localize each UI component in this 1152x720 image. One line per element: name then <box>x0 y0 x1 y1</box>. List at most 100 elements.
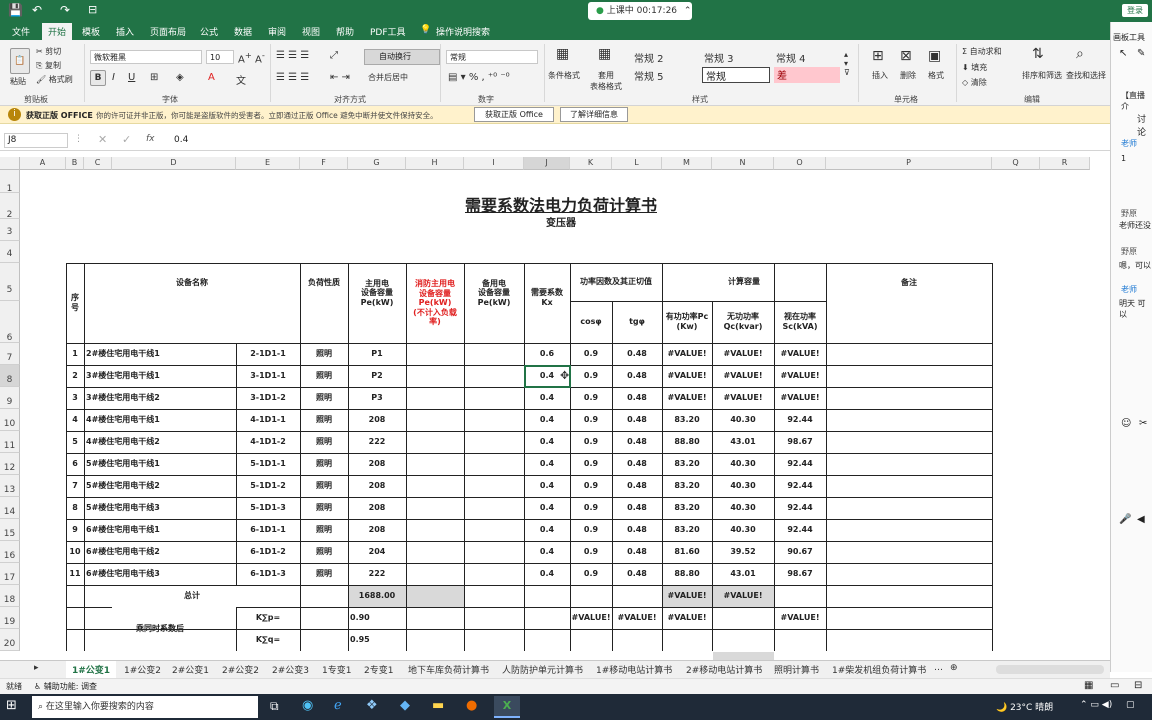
row-device-name[interactable]: 2#楼住宅用电干线1 <box>84 343 236 365</box>
row-qc[interactable]: 40.30 <box>712 475 774 497</box>
col-header[interactable]: R <box>1040 157 1090 170</box>
row-cos[interactable]: 0.9 <box>570 519 612 541</box>
row-cos[interactable]: 0.9 <box>570 453 612 475</box>
row-qc[interactable]: #VALUE! <box>712 343 774 365</box>
row-seq[interactable]: 6 <box>66 453 84 475</box>
tab-insert[interactable]: 插入 <box>116 25 134 38</box>
font-grow-icon[interactable]: A+ A- <box>238 50 265 65</box>
row-pc[interactable]: #VALUE! <box>662 387 712 409</box>
row-pc[interactable]: 83.20 <box>662 453 712 475</box>
row-qc[interactable]: 39.52 <box>712 541 774 563</box>
row-cos[interactable]: 0.9 <box>570 343 612 365</box>
row-pc[interactable]: #VALUE! <box>662 365 712 387</box>
bold-icon[interactable]: B <box>90 70 106 86</box>
cut-button[interactable]: ✂ 剪切 <box>36 46 61 57</box>
header-load[interactable]: 负荷性质 <box>300 263 348 303</box>
style-normal[interactable]: 常规 <box>702 67 770 83</box>
tray-icons[interactable]: ⌃ ▭ ◀) <box>1080 700 1112 710</box>
row-code[interactable]: 4-1D1-1 <box>236 409 300 431</box>
col-header[interactable]: E <box>236 157 300 170</box>
row-load-type[interactable]: 照明 <box>300 475 348 497</box>
header-pc[interactable]: 有功功率Pc (Kw) <box>662 301 712 343</box>
row-header[interactable]: 2 <box>0 193 20 220</box>
row-device-name[interactable]: 6#楼住宅用电干线2 <box>84 541 236 563</box>
page-layout-icon[interactable]: ▭ <box>1110 680 1119 691</box>
tray-icon-generic[interactable]: ▢ <box>1126 700 1135 710</box>
sheet-tab[interactable]: 2#公变1 <box>172 663 209 676</box>
row-seq[interactable]: 10 <box>66 541 84 563</box>
row-pe[interactable]: 208 <box>348 497 406 519</box>
indent-icon[interactable]: ⇤ ⇥ <box>330 72 350 83</box>
conditional-format-button[interactable]: 条件格式 <box>548 70 580 81</box>
formula-input[interactable]: 0.4 <box>174 135 188 145</box>
row-code[interactable]: 3-1D1-1 <box>236 365 300 387</box>
row-pe[interactable]: 208 <box>348 453 406 475</box>
sheet-tab[interactable]: 1#公变2 <box>124 663 161 676</box>
row-pe[interactable]: P3 <box>348 387 406 409</box>
row-tg[interactable]: 0.48 <box>612 431 662 453</box>
col-header[interactable]: P <box>826 157 992 170</box>
row-header[interactable]: 20 <box>0 629 20 651</box>
header-name[interactable]: 设备名称 <box>84 263 300 303</box>
cancel-icon[interactable]: ✕ <box>98 133 107 146</box>
row-cos[interactable]: 0.9 <box>570 365 612 387</box>
row-header[interactable]: 16 <box>0 541 20 563</box>
row-header[interactable]: 10 <box>0 409 20 431</box>
number-format-select[interactable]: 常规 <box>446 50 538 64</box>
mic-icon[interactable]: 🎤 <box>1119 514 1131 525</box>
select-all-corner[interactable] <box>0 157 20 170</box>
row-header[interactable]: 18 <box>0 585 20 607</box>
row-device-name[interactable]: 4#楼住宅用电干线1 <box>84 409 236 431</box>
row-header[interactable]: 17 <box>0 563 20 585</box>
chevron-up-icon[interactable]: ⌃ <box>684 6 692 16</box>
coef-kq-value[interactable]: 0.95 <box>348 629 406 651</box>
redo-icon[interactable]: ↷ <box>60 3 70 17</box>
col-header-selected[interactable]: J <box>524 157 570 170</box>
row-kx[interactable]: 0.4 <box>524 497 570 519</box>
tab-data[interactable]: 数据 <box>234 25 252 38</box>
login-button[interactable]: 登录 <box>1122 4 1148 17</box>
page-break-icon[interactable]: ⊟ <box>1134 680 1142 691</box>
windows-start-icon[interactable]: ⊞ <box>6 698 17 713</box>
row-cos[interactable]: 0.9 <box>570 475 612 497</box>
row-tg[interactable]: 0.48 <box>612 453 662 475</box>
coef-kp-value[interactable]: 0.90 <box>348 607 406 629</box>
row-qc[interactable]: 40.30 <box>712 519 774 541</box>
row-header[interactable]: 19 <box>0 607 20 629</box>
name-box[interactable]: J8 <box>4 133 68 148</box>
row-kx[interactable]: 0.4 <box>524 387 570 409</box>
row-tg[interactable]: 0.48 <box>612 563 662 585</box>
col-header[interactable]: N <box>712 157 774 170</box>
edge-icon[interactable]: ◉ <box>302 698 313 713</box>
delete-cells-button[interactable]: 删除 <box>900 70 916 81</box>
row-header[interactable]: 11 <box>0 431 20 453</box>
row-qc[interactable]: 40.30 <box>712 497 774 519</box>
row-pe[interactable]: 208 <box>348 519 406 541</box>
row-cos[interactable]: 0.9 <box>570 497 612 519</box>
sheet-tab[interactable]: 地下车库负荷计算书 <box>408 663 489 676</box>
row-pe[interactable]: P2 <box>348 365 406 387</box>
tab-scroll-icon[interactable]: ▸ <box>34 663 39 673</box>
sheet-tab[interactable]: 照明计算书 <box>774 663 819 676</box>
row-header[interactable]: 12 <box>0 453 20 475</box>
row-sc[interactable]: 92.44 <box>774 475 826 497</box>
row-seq[interactable]: 8 <box>66 497 84 519</box>
row-tg[interactable]: 0.48 <box>612 387 662 409</box>
row-seq[interactable]: 4 <box>66 409 84 431</box>
pen-icon[interactable]: ✎ <box>1137 48 1145 59</box>
row-seq[interactable]: 7 <box>66 475 84 497</box>
sheet-tab[interactable]: 2#移动电站计算书 <box>686 663 762 676</box>
row-load-type[interactable]: 照明 <box>300 519 348 541</box>
row-header[interactable]: 13 <box>0 475 20 497</box>
tab-file[interactable]: 文件 <box>12 25 30 38</box>
row-pc[interactable]: 88.80 <box>662 563 712 585</box>
discussion-label[interactable]: 讨论 <box>1137 112 1152 138</box>
merge-center-button[interactable]: 合并后居中 <box>368 72 408 83</box>
more-tabs-icon[interactable]: … <box>934 663 943 673</box>
header-qc[interactable]: 无功功率 Qc(kvar) <box>712 301 774 343</box>
row-sc[interactable]: 92.44 <box>774 497 826 519</box>
row-tg[interactable]: 0.48 <box>612 497 662 519</box>
style-normal-5[interactable]: 常规 5 <box>634 68 664 83</box>
header-fire-capacity[interactable]: 消防主用电 设备容量 Pe(kW) (不计入负载 率) <box>406 263 464 343</box>
row-pc[interactable]: 88.80 <box>662 431 712 453</box>
